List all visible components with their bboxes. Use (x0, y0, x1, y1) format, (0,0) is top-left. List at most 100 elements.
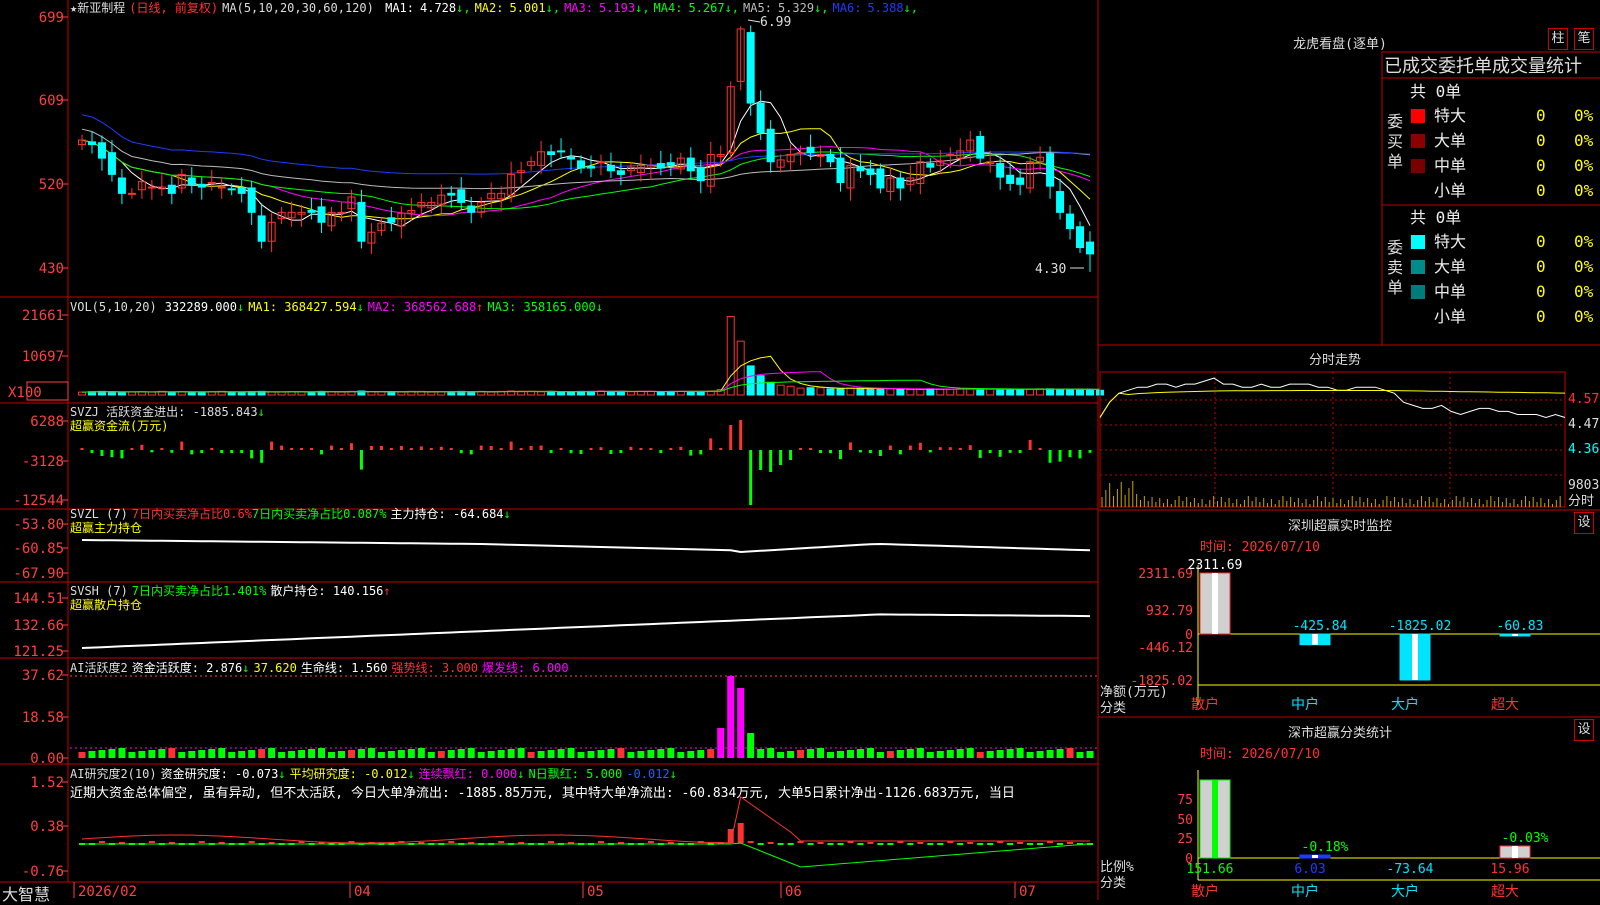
activity-bar (747, 733, 755, 758)
svzl-y-tick: -60.85 (13, 541, 64, 557)
ai2-b: 平均研究度: -0.012 (289, 767, 408, 781)
fund-flow-bar (90, 450, 94, 453)
research-bar (757, 843, 764, 845)
activity-bar (737, 688, 745, 758)
activity-bar (417, 748, 425, 758)
activity-bar (757, 749, 765, 758)
research-bar (148, 841, 155, 843)
volume-bar (237, 391, 246, 396)
stats-category-label: 超大 (1491, 884, 1519, 900)
fund-flow-bar (739, 420, 743, 450)
activity-bar (218, 748, 226, 758)
candle-body (87, 141, 96, 146)
activity-bar (1036, 751, 1044, 758)
activity-bar (866, 748, 874, 758)
intraday-title: 分时走势 (1308, 353, 1361, 368)
activity-bar (138, 751, 146, 758)
order-count: 0 (1536, 181, 1546, 200)
volume-bar (746, 365, 755, 396)
fund-flow-bar (539, 445, 543, 450)
monitor-value-label: -60.83 (1497, 619, 1544, 634)
fund-flow-bar (429, 448, 433, 450)
candle-body (127, 192, 136, 195)
order-color-swatch (1411, 159, 1425, 173)
candle-body (197, 183, 206, 188)
ai2-d: N日飘红: 5.000 (528, 767, 623, 781)
order-size-label: 中单 (1434, 282, 1467, 301)
fund-flow-bar (789, 450, 793, 460)
stats-value-label: -73.64 (1387, 862, 1434, 877)
order-percent: 0% (1574, 232, 1594, 251)
order-percent: 0% (1574, 106, 1594, 125)
research-bar (1057, 843, 1064, 845)
candle-body (307, 210, 316, 213)
candle-body (1066, 213, 1075, 230)
vol-ma2-arrow: ↑ (476, 300, 484, 314)
monitor-category-label: 超大 (1491, 697, 1519, 713)
kline-header: ★新亚制程 (日线, 前复权) MA(5,10,20,30,60,120) MA1:… (70, 1, 926, 15)
candle-body (1006, 174, 1015, 184)
research-bar (967, 842, 974, 844)
fund-flow-bar (848, 442, 852, 450)
activity-bar (248, 750, 256, 758)
order-count: 0 (1536, 131, 1546, 150)
monitor-bar-highlight (1312, 634, 1318, 645)
volume-bar (856, 387, 865, 396)
ma-arrow-1: ↓, (456, 1, 471, 15)
stats-settings-button[interactable]: 设 (1574, 719, 1594, 741)
fund-flow-bar (709, 438, 713, 450)
vol-value: 332289.000 (164, 300, 237, 314)
activity-bar (487, 751, 495, 758)
activity-bar (118, 748, 126, 758)
candle-body (756, 102, 765, 134)
activity-bar (178, 752, 186, 758)
volume-bar (786, 385, 795, 396)
ma-arrow-6: ↓, (903, 1, 918, 15)
activity-bar (856, 749, 864, 758)
order-percent: 0% (1574, 257, 1594, 276)
activity-bar (767, 748, 775, 758)
svsh-header: SVSH (7) 7日内买卖净占比1.401% 散户持仓: 140.156↑ (70, 584, 395, 598)
fund-flow-bar (689, 450, 693, 456)
monitor-bar-highlight (1212, 573, 1218, 634)
candle-body (467, 205, 476, 213)
fund-flow-bar (409, 448, 413, 450)
volume-bar (187, 391, 196, 396)
svzl-arrow: ↓ (503, 507, 511, 521)
bar-view-button[interactable]: 柱 (1548, 28, 1568, 50)
kline-y-tick: 609 (39, 93, 64, 109)
candle-body (946, 154, 955, 157)
candle-body (357, 201, 366, 242)
svzj-header: SVZJ 活跃资金进出: -1885.843↓ (70, 405, 269, 419)
order-count: 0 (1536, 106, 1546, 125)
ai1-header: AI活跃度2 资金活跃度: 2.876↓ 37.620 生命线: 1.560 强势线: … (70, 661, 573, 675)
ma-arrow-2: ↓, (545, 1, 561, 15)
activity-bar (278, 752, 286, 758)
volume-bar (996, 388, 1005, 396)
monitor-settings-button[interactable]: 设 (1574, 512, 1594, 534)
activity-bar (597, 750, 605, 758)
volume-bar (1066, 388, 1075, 396)
svzl-title: SVZL (7) (70, 507, 128, 521)
activity-bar (258, 749, 266, 758)
fund-flow-bar (280, 445, 284, 450)
fund-flow-bar (579, 450, 583, 454)
order-color-swatch (1411, 285, 1425, 299)
svzl-c: 主力持仓: -64.684 (390, 507, 504, 521)
order-size-label: 小单 (1434, 307, 1467, 326)
fund-flow-bar (559, 448, 563, 450)
activity-bar (148, 750, 156, 758)
activity-bar (208, 749, 216, 758)
research-bar (1027, 843, 1034, 845)
monitor-value-label: 2311.69 (1188, 558, 1243, 573)
activity-bar (936, 751, 944, 758)
order-color-swatch (1411, 134, 1425, 148)
fund-flow-bar (868, 450, 872, 453)
candle-body (217, 186, 226, 189)
activity-bar (437, 751, 445, 758)
ma-label-4: MA4: (653, 1, 683, 15)
tick-view-button[interactable]: 笔 (1574, 28, 1594, 50)
stats-value-label: 151.66 (1187, 862, 1234, 877)
vol-ma3: MA3: 358165.000 (487, 300, 596, 314)
fund-flow-bar (80, 448, 84, 450)
